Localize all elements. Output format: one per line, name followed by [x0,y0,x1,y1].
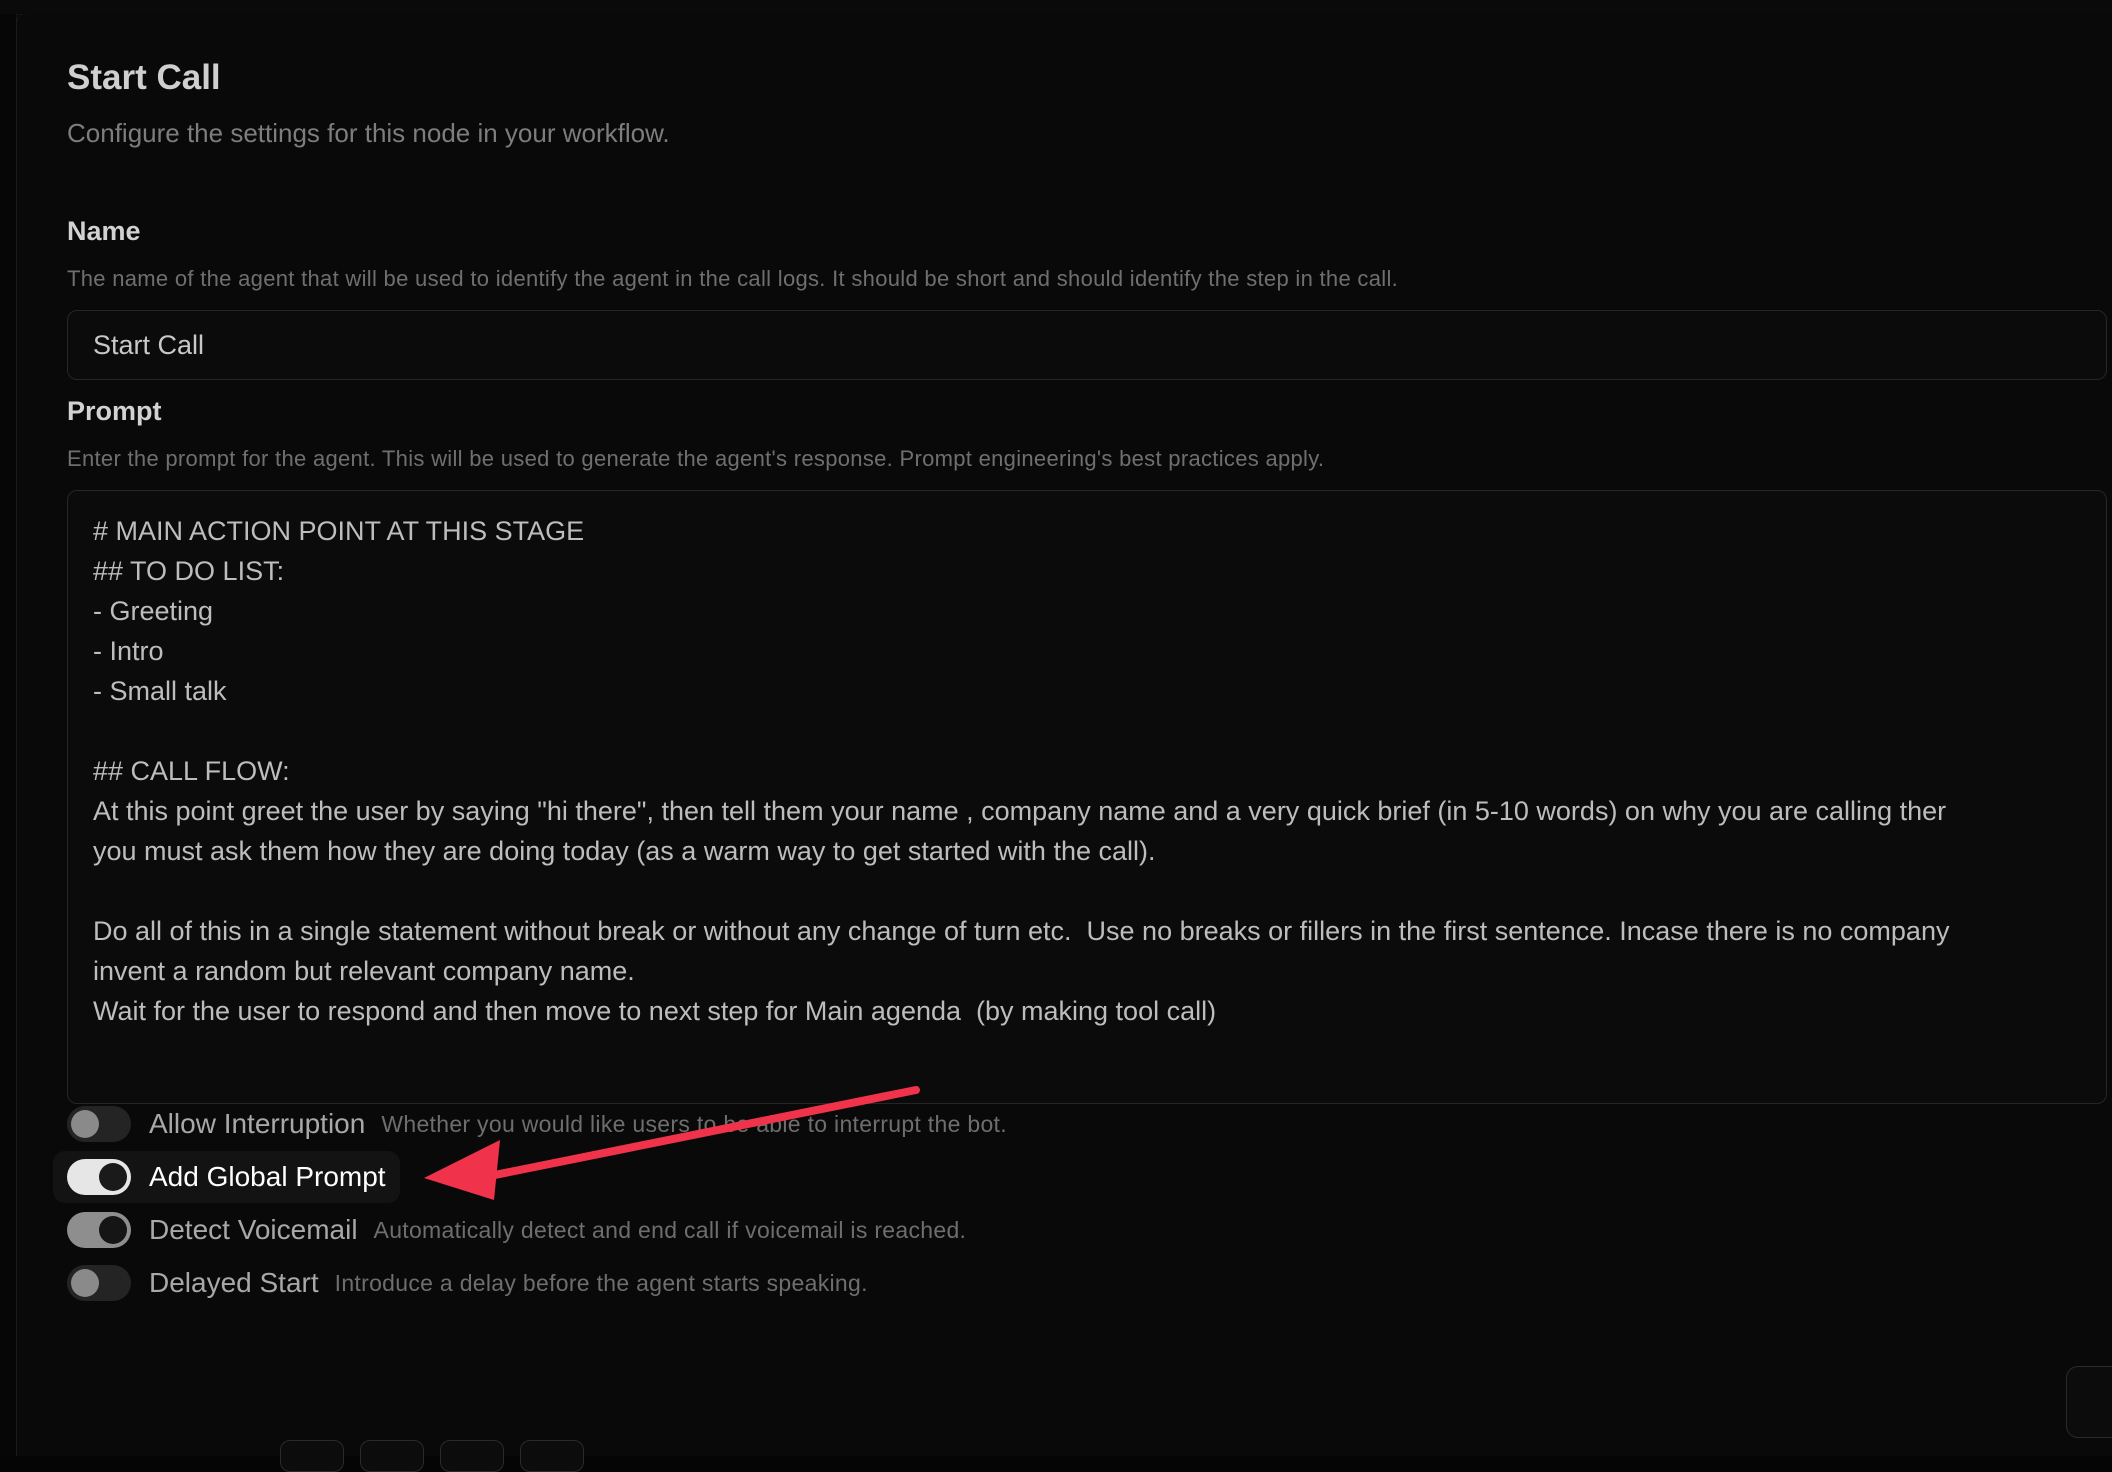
add-global-prompt-label: Add Global Prompt [149,1161,386,1193]
allow-interruption-label: Allow Interruption [149,1108,365,1140]
add-global-prompt-switch[interactable] [67,1159,131,1195]
toggle-row-delayed-start[interactable]: Delayed Start Introduce a delay before t… [67,1263,868,1303]
detect-voicemail-description: Automatically detect and end call if voi… [374,1217,967,1244]
prompt-description: Enter the prompt for the agent. This wil… [67,446,1324,472]
left-edge-panel [0,14,17,1334]
delayed-start-switch[interactable] [67,1265,131,1301]
prompt-textarea[interactable]: # MAIN ACTION POINT AT THIS STAGE ## TO … [67,490,2107,1104]
toggle-row-allow-interruption[interactable]: Allow Interruption Whether you would lik… [67,1104,1007,1144]
detect-voicemail-label: Detect Voicemail [149,1214,358,1246]
name-label: Name [67,216,141,247]
detect-voicemail-switch[interactable] [67,1212,131,1248]
bottom-toolbar-button[interactable] [280,1440,344,1472]
switch-knob [99,1216,127,1244]
dialog-subtitle: Configure the settings for this node in … [67,118,670,149]
bottom-toolbar-button[interactable] [440,1440,504,1472]
toggle-row-add-global-prompt[interactable]: Add Global Prompt [53,1151,400,1203]
allow-interruption-description: Whether you would like users to be able … [381,1111,1007,1138]
delayed-start-description: Introduce a delay before the agent start… [335,1270,868,1297]
bottom-toolbar-button[interactable] [360,1440,424,1472]
bottom-toolbar-button[interactable] [520,1440,584,1472]
prompt-label: Prompt [67,396,162,427]
dialog-title: Start Call [67,58,221,98]
switch-knob [71,1269,99,1297]
top-bar [0,0,2112,15]
delayed-start-label: Delayed Start [149,1267,319,1299]
toggle-row-detect-voicemail[interactable]: Detect Voicemail Automatically detect an… [67,1210,966,1250]
switch-knob [99,1163,127,1191]
switch-knob [71,1110,99,1138]
name-input[interactable] [67,310,2107,380]
corner-action-button[interactable] [2066,1366,2112,1438]
allow-interruption-switch[interactable] [67,1106,131,1142]
name-description: The name of the agent that will be used … [67,266,1398,292]
node-settings-panel: Start Call Configure the settings for th… [16,14,2112,1456]
